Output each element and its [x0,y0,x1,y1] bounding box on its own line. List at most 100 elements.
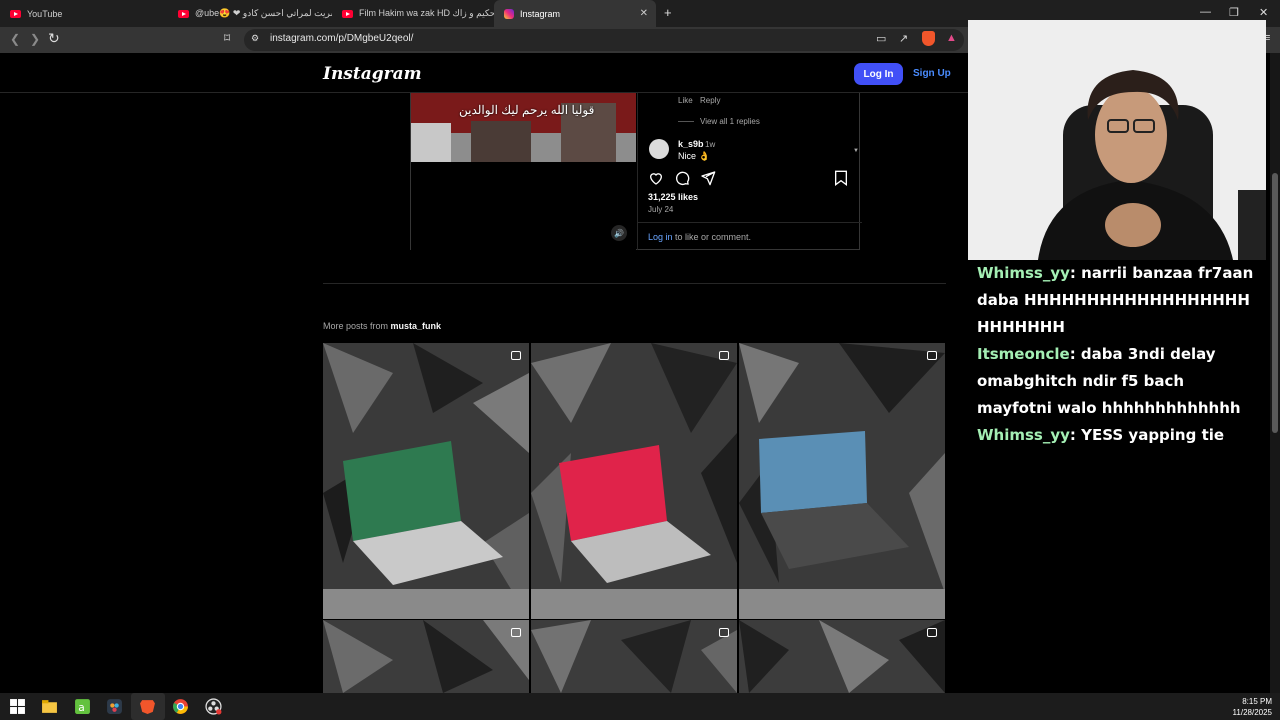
cast-icon[interactable]: ▭ [876,32,886,45]
scrollbar-thumb[interactable] [1272,173,1278,433]
comment-icon[interactable] [674,170,690,186]
carousel-icon [511,628,521,637]
pattern-image [739,620,945,693]
comments-panel: Like Reply View all 1 replies k_s9b 1w N… [637,93,862,250]
pattern-image [531,620,737,693]
tab-film[interactable]: Film Hakim wa zak HD فيلم حكيم و زاك [332,0,494,27]
tab-label: Instagram [520,8,561,19]
brave-rewards-icon[interactable]: ▲ [946,32,957,44]
carousel-icon [511,351,521,360]
more-posts-heading: More posts from musta_funk [323,321,441,331]
brave-browser-icon[interactable] [139,698,156,715]
chat-username: Whimss_yy [977,426,1070,444]
signup-link[interactable]: Sign Up [913,68,951,79]
tab-label: YouTube [27,8,63,19]
section-divider [323,283,946,284]
share-icon[interactable]: ↗ [899,32,908,45]
heart-icon[interactable] [648,170,664,186]
post-thumbnail[interactable] [739,343,945,619]
chat-text: YESS yapping tie [1081,426,1225,444]
login-prompt: Log in to like or comment. [638,222,862,250]
minimize-icon[interactable]: — [1200,6,1211,18]
login-link[interactable]: Log in [648,232,673,242]
volume-icon[interactable]: 🔊 [611,225,627,241]
more-posts-username[interactable]: musta_funk [391,321,442,331]
bookmark-icon[interactable]: ⌑ [224,31,230,45]
clock-time: 8:15 PM [1242,697,1272,706]
laptop-image [531,343,737,619]
video-letterbox [411,162,636,250]
likes-count[interactable]: 31,225 likes [648,192,698,202]
comment-age: 1w [705,140,716,149]
back-icon[interactable]: ❮ [10,32,20,46]
reload-icon[interactable]: ↻ [48,30,60,47]
post-thumbnail[interactable] [323,620,529,693]
carousel-icon [719,351,729,360]
tab-label: Film Hakim wa zak HD فيلم حكيم و زاك [359,8,494,18]
brave-shields-icon[interactable] [922,31,935,46]
login-prompt-text: to like or comment. [672,232,752,242]
forward-icon[interactable]: ❯ [30,32,40,46]
svg-text:a: a [78,701,85,714]
laptop-image [323,343,529,619]
bookmark-icon[interactable] [834,170,848,186]
post-thumbnail[interactable] [323,343,529,619]
carousel-icon [719,628,729,637]
tab-youtube[interactable]: YouTube [0,0,168,27]
post-date: July 24 [648,205,674,214]
instagram-header: Instagram Log In Sign Up [0,53,968,93]
tab-label: @ube😍 ❤ شريت لمراتي احسن كادو [195,8,332,18]
chat-message: Whimss_yy: narrii banzaa fr7aan daba HHH… [977,264,1254,336]
app-green-icon[interactable]: a [74,698,91,715]
file-explorer-icon[interactable] [41,698,58,715]
stream-chat: Whimss_yy: narrii banzaa fr7aan daba HHH… [968,260,1270,693]
comment-text: Nice 👌 [678,151,710,161]
close-window-icon[interactable]: ✕ [1259,6,1268,19]
post-thumbnail[interactable] [531,343,737,619]
youtube-icon [342,9,353,18]
carousel-icon [927,628,937,637]
comment-like-link[interactable]: Like [678,96,693,105]
video-subtitle: قوليا الله يرحم ليك الوالدين [459,103,595,117]
carousel-icon [927,351,937,360]
post-card: قوليا الله يرحم ليك الوالدين 🔊 Like Repl… [410,93,862,250]
chat-message: Whimss_yy: YESS yapping tie [977,426,1225,444]
tab-youtube-video[interactable]: @ube😍 ❤ شريت لمراتي احسن كادو [168,0,332,27]
site-settings-icon[interactable]: ⚙ [251,33,259,44]
post-thumbnail[interactable] [739,620,945,693]
system-clock[interactable]: 8:15 PM 11/28/2025 [1233,696,1272,718]
instagram-page: Instagram Log In Sign Up قوليا الله يرحم… [0,53,968,693]
url-text: instagram.com/p/DMgbeU2qeol/ [270,33,414,44]
restore-icon[interactable]: ❐ [1229,6,1239,19]
streamer-webcam-image [968,20,1266,260]
clock-date: 11/28/2025 [1232,708,1272,717]
replies-line [678,121,694,122]
webcam-overlay [968,20,1266,260]
davinci-resolve-icon[interactable] [106,698,123,715]
post-actions [648,170,853,186]
close-tab-icon[interactable]: ✕ [640,8,648,19]
post-thumbnail[interactable] [531,620,737,693]
comment-username[interactable]: k_s9b [678,139,704,149]
more-posts-prefix: More posts from [323,321,391,331]
comment-reply-link[interactable]: Reply [700,96,720,105]
instagram-icon [504,8,514,19]
share-icon[interactable] [700,170,716,186]
avatar[interactable] [649,139,669,159]
chat-username: Itsmeoncle [977,345,1070,363]
instagram-logo[interactable]: Instagram [323,64,422,84]
windows-start-icon[interactable] [9,698,26,715]
login-button[interactable]: Log In [854,63,903,85]
windows-taskbar: a 8:15 PM 11/28/2025 [0,693,1280,720]
youtube-icon [10,9,21,18]
post-video[interactable]: قوليا الله يرحم ليك الوالدين [411,93,636,162]
page-scrollbar[interactable] [1270,53,1280,693]
obs-studio-icon[interactable] [205,698,222,715]
tab-instagram[interactable]: Instagram ✕ [494,0,656,27]
laptop-image [739,343,945,619]
chat-message: Itsmeoncle: daba 3ndi delay omabghitch n… [977,345,1241,417]
view-replies-link[interactable]: View all 1 replies [700,117,760,126]
comments-scroll-down-icon[interactable]: ▼ [853,148,859,154]
chrome-icon[interactable] [172,698,189,715]
new-tab-button[interactable]: + [664,5,672,20]
